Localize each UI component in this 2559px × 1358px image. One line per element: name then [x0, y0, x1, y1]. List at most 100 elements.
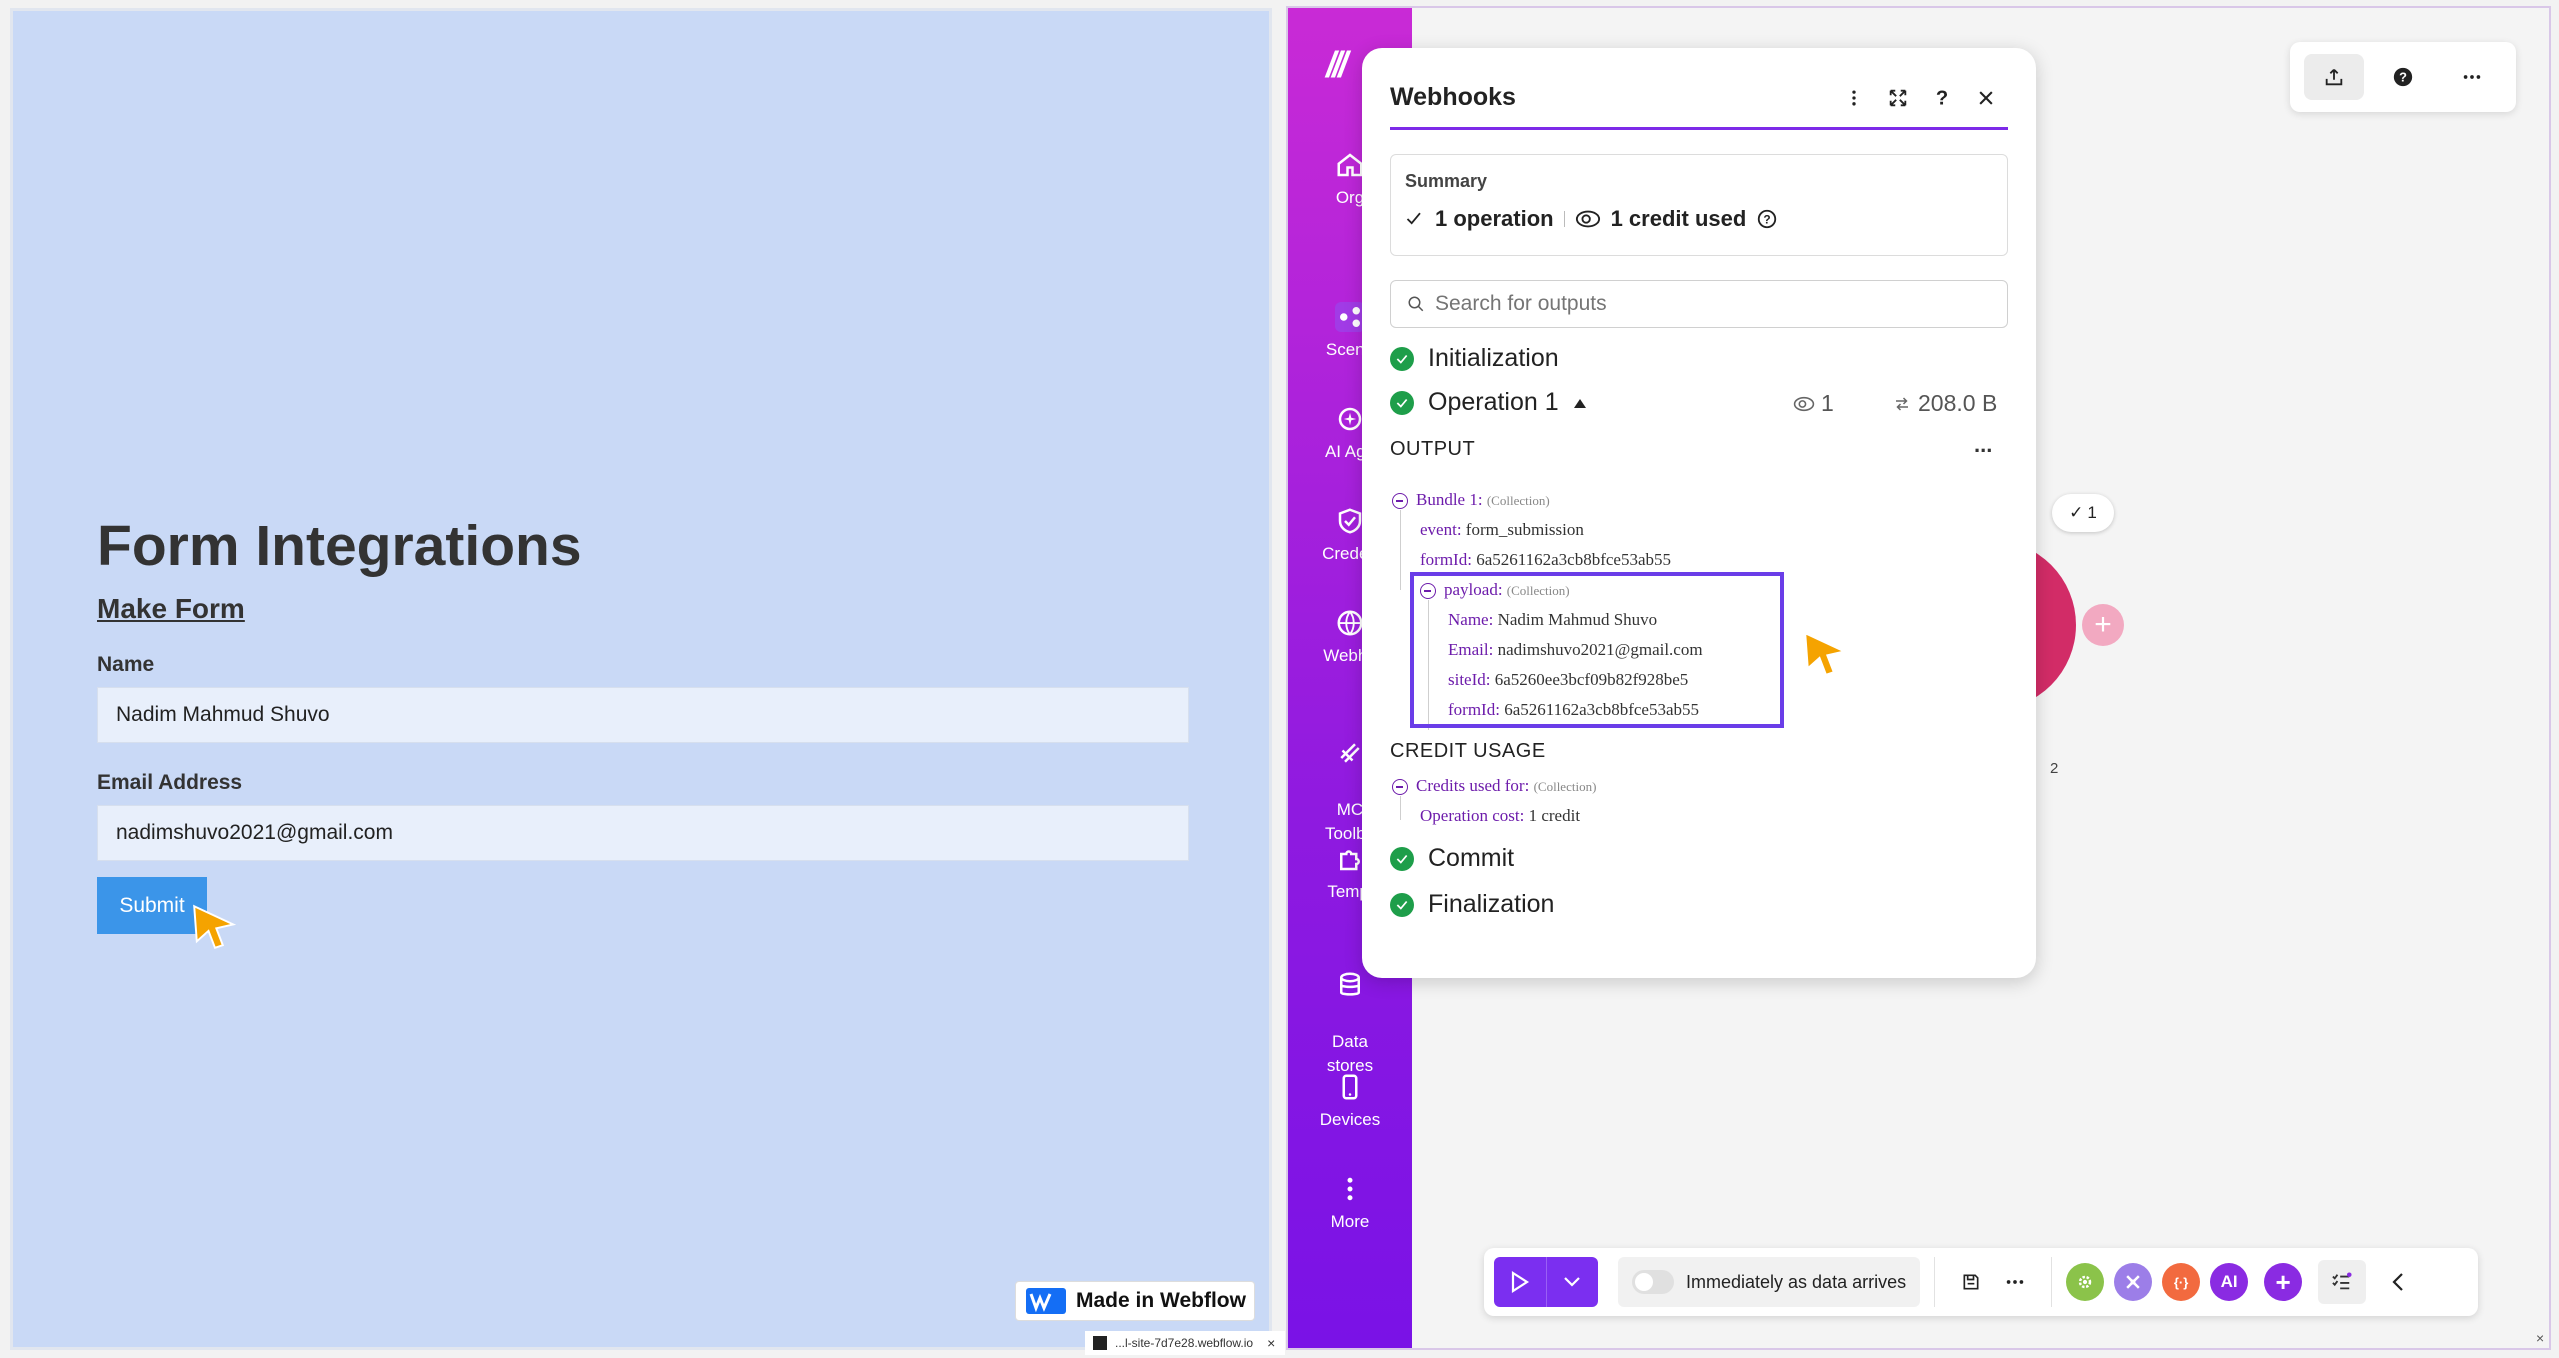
svg-text:?: ? — [2399, 70, 2407, 85]
sidebar-item-label: Devices — [1319, 1110, 1381, 1129]
search-input[interactable] — [1435, 292, 1955, 316]
double-check-icon — [1406, 212, 1421, 225]
operation-size-meta: 208.0 B — [1892, 390, 1997, 417]
step-finalization[interactable]: Finalization — [1390, 890, 1554, 919]
schedule-setting[interactable]: Immediately as data arrives — [1618, 1257, 1921, 1307]
cursor-pointer-icon — [1804, 631, 1848, 677]
success-check-icon — [1390, 846, 1414, 871]
globe-icon — [1337, 610, 1363, 636]
close-icon[interactable]: × — [2536, 1330, 2544, 1346]
webhooks-panel: Webhooks ? Summary 1 operation 1 credit … — [1362, 48, 2036, 978]
step-label: Finalization — [1428, 890, 1555, 918]
tree-credits[interactable]: Credits used for: (Collection) — [1392, 776, 1596, 796]
sidebar-item-label: More — [1330, 1212, 1370, 1231]
tree-row-cost: Operation cost: 1 credit — [1420, 806, 1581, 825]
run-once-button[interactable] — [1494, 1257, 1546, 1307]
text-parser-button[interactable]: {·} — [2162, 1263, 2201, 1301]
puzzle-icon — [1340, 850, 1360, 871]
collapse-icon[interactable] — [1392, 493, 1408, 510]
scheduling-button[interactable] — [2066, 1263, 2105, 1301]
more-button[interactable] — [1993, 1260, 2037, 1304]
schedule-toggle[interactable] — [1632, 1270, 1674, 1294]
summary-card: Summary 1 operation 1 credit used ? — [1390, 154, 2008, 256]
credit-usage-title: CREDIT USAGE — [1390, 740, 1546, 762]
schedule-label: Immediately as data arrives — [1686, 1271, 1907, 1292]
step-label: Operation 1 — [1428, 388, 1559, 416]
share-button[interactable] — [2304, 54, 2365, 100]
toolbox-icon — [1340, 743, 1360, 763]
help-button[interactable]: ? — [2373, 54, 2433, 100]
collapse-icon[interactable] — [1392, 779, 1408, 796]
add-module-icon[interactable]: + — [2082, 604, 2124, 646]
caret-up-icon[interactable] — [1573, 397, 1587, 409]
divider — [1563, 211, 1565, 227]
step-commit[interactable]: Commit — [1390, 844, 1514, 873]
webflow-page: Form Integrations Make Form Name Nadim M… — [10, 8, 1285, 1355]
tree-connector — [1400, 510, 1401, 590]
more-horizontal-icon — [2006, 1280, 2024, 1284]
tools-button[interactable] — [2114, 1263, 2153, 1301]
help-circle-icon[interactable]: ? — [1756, 208, 1778, 230]
bubble-count: 1 — [2087, 503, 2097, 522]
save-button[interactable] — [1949, 1260, 1993, 1304]
sidebar-item-devices[interactable]: Devices — [1288, 1072, 1412, 1132]
panel-menu-button[interactable] — [1832, 76, 1876, 120]
step-operation-1[interactable]: Operation 1 — [1390, 388, 1587, 417]
divider — [2051, 1257, 2053, 1307]
more-vertical-icon — [1347, 1177, 1353, 1201]
help-button[interactable]: ? — [1920, 76, 1964, 120]
search-box[interactable] — [1390, 280, 2008, 328]
success-check-icon — [1390, 346, 1414, 371]
op-size: 208.0 B — [1918, 390, 1998, 416]
success-check-icon — [1390, 390, 1414, 415]
panel-title: Webhooks — [1390, 83, 1516, 111]
payload-highlight — [1410, 572, 1784, 728]
webflow-favicon-icon — [1093, 1336, 1107, 1350]
module-number: 2 — [2050, 760, 2059, 777]
tree-bundle-1[interactable]: Bundle 1: (Collection) — [1392, 490, 1550, 510]
transfer-icon — [1896, 396, 1908, 411]
operations-bubble[interactable]: ✓ 1 — [2052, 494, 2114, 532]
name-field[interactable]: Nadim Mahmud Shuvo — [97, 687, 1189, 743]
check-icon: ✓ — [2069, 503, 2084, 522]
made-in-webflow-badge[interactable]: Made in Webflow — [1015, 1281, 1255, 1321]
plus-icon: + — [2275, 1266, 2291, 1297]
search-icon — [1408, 296, 1424, 312]
ai-button[interactable]: AI — [2210, 1263, 2249, 1301]
operation-credits-meta: 1 — [1793, 390, 1834, 417]
shield-icon — [1338, 508, 1362, 534]
database-icon — [1340, 972, 1360, 996]
device-icon — [1342, 1074, 1358, 1100]
tree-row-event: event: form_submission — [1420, 520, 1584, 539]
tree-row-formid: formId: 6a5261162a3cb8bfce53ab55 — [1420, 550, 1671, 569]
ai-icon — [1338, 407, 1362, 431]
tools-icon — [2126, 1275, 2140, 1289]
play-icon — [1511, 1271, 1529, 1293]
help-circle-icon: ? — [2393, 67, 2413, 87]
output-more-button[interactable]: ... — [1974, 432, 1992, 458]
divider — [1934, 1257, 1936, 1307]
notes-button[interactable] — [2318, 1260, 2367, 1304]
home-icon — [1337, 153, 1363, 177]
more-horizontal-icon — [2463, 75, 2480, 79]
share-icon — [1335, 302, 1365, 332]
step-initialization[interactable]: Initialization — [1390, 344, 1559, 373]
close-button[interactable] — [1964, 76, 2008, 120]
webflow-url-bar: ...l-site-7d7e28.webflow.io × — [1085, 1331, 1285, 1355]
success-check-icon — [1390, 892, 1414, 917]
webflow-logo-icon — [1026, 1288, 1066, 1314]
more-button[interactable] — [2442, 54, 2502, 100]
chevron-down-icon — [1564, 1277, 1581, 1287]
expand-button[interactable] — [1876, 76, 1920, 120]
sidebar-item-more[interactable]: More — [1288, 1174, 1412, 1234]
email-field[interactable]: nadimshuvo2021@gmail.com — [97, 805, 1189, 861]
close-icon[interactable]: × — [1267, 1335, 1275, 1351]
run-group — [1494, 1257, 1598, 1307]
page-title: Form Integrations — [97, 514, 582, 578]
output-section-title: OUTPUT — [1390, 438, 1476, 460]
run-options-button[interactable] — [1545, 1257, 1599, 1307]
add-module-button[interactable]: + — [2264, 1263, 2303, 1301]
step-label: Initialization — [1428, 344, 1559, 372]
sidebar-item-label: Data stores — [1326, 1032, 1374, 1075]
collapse-toolbar-button[interactable] — [2376, 1260, 2420, 1304]
